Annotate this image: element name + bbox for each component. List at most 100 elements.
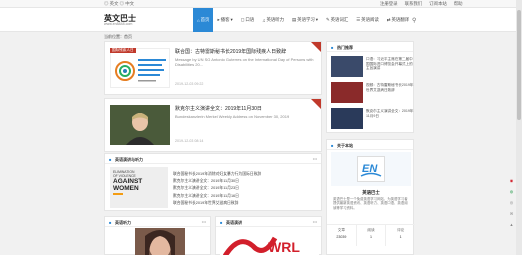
site-url: www.en8848.com [104, 22, 133, 26]
headphone-icon: ♫ [262, 17, 266, 23]
translate-icon: ⇄ [386, 17, 391, 22]
search-icon[interactable]: ⚲ [412, 17, 416, 24]
more-icon[interactable]: ••• [313, 156, 317, 161]
podcast-icon: ▸ [217, 17, 220, 22]
box-header: ■ 英语演讲与听力 ••• [105, 154, 321, 164]
breadcrumb: 当前位置：首页 [104, 34, 132, 39]
top-icon[interactable]: ▲ [509, 222, 514, 227]
box-header: ■ 英语演讲 ••• [216, 217, 321, 227]
chat-icon: ◻ [240, 17, 245, 22]
post-title[interactable]: 联合国：古特雷斯秘书长2019年国际残疾人日致辞 [175, 48, 317, 55]
topbar-link-login[interactable]: 注册登录 [380, 1, 398, 7]
news-thumbnail [331, 82, 363, 103]
about-box: ■ 关于本站 EN 英语巴士 英语巴士是一个免费英语学习网站，为英语学习者提供最… [326, 139, 415, 255]
nav-item-vocab[interactable]: ✎ 英语词汇 [322, 8, 352, 32]
box-title: 英语听力 [115, 220, 131, 225]
stat-comments: 评论 1 [385, 225, 415, 246]
section-icon: ■ [331, 143, 334, 148]
speaker-photo [110, 105, 170, 145]
list-item[interactable]: 视频：古特雷斯秘书长2019年世界艾滋病日致辞 [331, 82, 415, 104]
news-thumbnail [331, 56, 363, 77]
more-icon[interactable]: ••• [202, 219, 206, 224]
post-card[interactable]: 默克尔主义演讲全文：2019年11月30日 Bundeskanzlerin Me… [104, 98, 322, 152]
nav-item-home[interactable]: ⌂ 首页 [193, 8, 214, 32]
list-item[interactable]: 口语：习近平主席在第二届中国国际进口博览会开幕式上的主旨演讲 [331, 56, 415, 78]
topbar: ◎ 英文 ◎ 中文 注册登录 联系我们 订阅本站 帮助 [0, 0, 522, 8]
listening-box: ■ 英语听力 ••• [104, 216, 211, 255]
box-header: ■ 关于本站 [327, 140, 413, 150]
post-thumbnail[interactable] [110, 105, 170, 145]
hot-box: ■ 热门推荐 口语：习近平主席在第二届中国国际进口博览会开幕式上的主旨演讲 视频… [326, 41, 414, 133]
post-card[interactable]: 国际残疾人日 联合国：古特雷斯秘书长2019年国际残疾人日致辞 Message … [104, 41, 322, 95]
nav-item-speaking[interactable]: ◻ 口语 [237, 8, 258, 32]
list-item[interactable]: 联合国秘书长2019年消除对妇女暴力行为国际日致辞 [173, 171, 318, 178]
list-item[interactable]: 默克尔主义演讲全文：2019年11月16日 [173, 193, 318, 200]
box-title: 热门推荐 [337, 45, 353, 50]
post-tag: 国际残疾人日 [110, 48, 136, 53]
aids-day-image[interactable]: WRL [220, 228, 319, 255]
pen-icon: ✎ [325, 17, 330, 22]
speech-box: ■ 英语演讲 ••• WRL [215, 216, 322, 255]
box-title: 关于本站 [337, 143, 353, 148]
read-icon: ☰ [356, 17, 361, 22]
qq-icon[interactable]: ◎ [509, 200, 514, 205]
nav-item-translation[interactable]: ⇄ 英语翻译 [383, 8, 413, 32]
about-name: 英语巴士 [362, 190, 380, 195]
list-item[interactable]: 默克尔主义演讲全文：2019年11月23日 [173, 185, 318, 192]
section-icon: ■ [220, 220, 223, 225]
box-title: 英语演讲与听力 [115, 157, 143, 162]
post-excerpt: Message by UN SG Antonio Guterres on the… [175, 57, 314, 67]
main-nav: ⌂ 首页 ▸ 播客 ▾ ◻ 口语 ♫ 英语听力 ▤ 英语学习 ▾ ✎ 英语词汇 ☰ 英语阅读 ⇄ 英… [193, 8, 413, 32]
box-header: ■ 热门推荐 [327, 42, 413, 52]
topbar-links: 注册登录 联系我们 订阅本站 帮助 [380, 1, 463, 7]
nav-item-podcast[interactable]: ▸ 播客 ▾ [213, 8, 236, 32]
orange-divider [113, 193, 123, 195]
post-title[interactable]: 默克尔主义演讲全文：2019年11月30日 [175, 105, 317, 112]
nav-item-listening[interactable]: ♫ 英语听力 [258, 8, 288, 32]
section-icon: ■ [109, 220, 112, 225]
section-icon: ■ [331, 45, 334, 50]
scrollbar[interactable] [516, 0, 522, 255]
topbar-link-contact[interactable]: 联系我们 [405, 1, 423, 7]
post-thumbnail[interactable] [110, 48, 170, 88]
stat-articles: 文章 23039 [336, 228, 347, 239]
disabilities-day-logo [115, 59, 166, 82]
more-icon[interactable]: ••• [313, 219, 317, 224]
site-header: 英文巴士 www.en8848.com ⌂ 首页 ▸ 播客 ▾ ◻ 口语 ♫ 英语听力 ▤… [0, 8, 522, 32]
stat-reads: 阅读 1 [355, 225, 386, 246]
list-item[interactable]: 默克尔主义演讲全文：2019年11月30日 [173, 178, 318, 185]
corner-ribbon [311, 99, 321, 109]
about-text: 英语巴士是一个免费英语学习网站，为英语学习者提供最新英语资讯、英语听力、英语口语… [333, 197, 408, 210]
nav-item-reading[interactable]: ☰ 英语阅读 [352, 8, 383, 32]
book-icon: ▤ [292, 17, 297, 22]
section-icon: ■ [109, 157, 112, 162]
comment-icon[interactable]: ✉ [509, 211, 514, 216]
en-logo-icon: EN [360, 163, 382, 177]
nav-item-study[interactable]: ▤ 英语学习 ▾ [288, 8, 322, 32]
feature-list: 联合国秘书长2019年消除对妇女暴力行为国际日致辞 默克尔主义演讲全文：2019… [173, 171, 318, 207]
post-date: 2019-12-03 09:22 [175, 82, 204, 86]
weibo-icon[interactable]: ◉ [509, 178, 514, 183]
scrollbar-thumb[interactable] [517, 10, 521, 120]
home-icon: ⌂ [197, 17, 200, 23]
post-date: 2019-12-03 08:14 [175, 139, 204, 143]
chevron-down-icon: ▾ [230, 17, 233, 22]
stats-row: 文章 23039 阅读 1 评论 1 [327, 224, 415, 246]
chevron-down-icon: ▾ [315, 17, 318, 22]
topbar-link-subscribe[interactable]: 订阅本站 [429, 1, 447, 7]
portrait-image[interactable] [135, 228, 185, 255]
corner-ribbon [311, 42, 321, 52]
floating-toolbar: ◉ ◍ ◎ ✉ ▲ [509, 178, 514, 227]
svg-text:WRL: WRL [268, 239, 300, 255]
wechat-icon[interactable]: ◍ [509, 189, 514, 194]
list-item[interactable]: 联合国秘书长2019年世界艾滋病日致辞 [173, 200, 318, 207]
language-switch[interactable]: ◎ 英文 ◎ 中文 [104, 1, 134, 7]
list-item[interactable]: 默克尔主义演讲全文：2019年11月9日 [331, 108, 415, 130]
topbar-link-help[interactable]: 帮助 [454, 1, 463, 7]
post-excerpt: Bundeskanzlerin Merkel Weekly Address on… [175, 114, 290, 119]
site-avatar[interactable]: EN [357, 156, 385, 182]
box-title: 英语演讲 [226, 220, 242, 225]
box-header: ■ 英语听力 ••• [105, 217, 210, 227]
feature-thumbnail[interactable]: ELIMINATION OF VIOLENCE AGAINST WOMEN [110, 167, 168, 208]
news-thumbnail [331, 108, 363, 129]
